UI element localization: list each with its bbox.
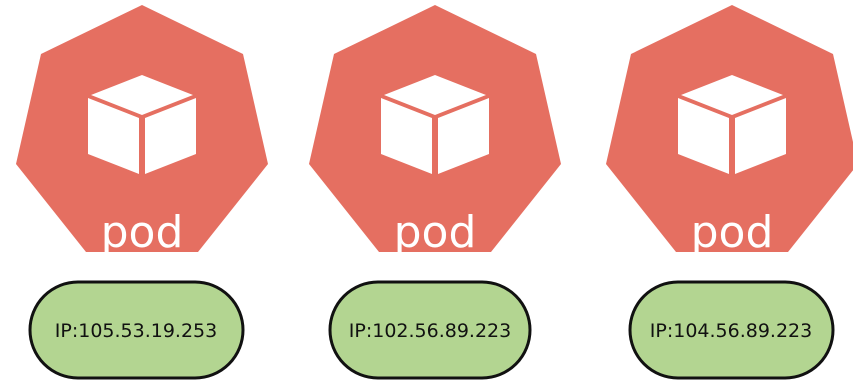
ip-address-3: IP:104.56.89.223 xyxy=(650,320,812,342)
ip-address-1: IP:105.53.19.253 xyxy=(55,320,217,342)
pod-group-2: pod IP:102.56.89.223 xyxy=(309,5,561,380)
pod-group-1: pod IP:105.53.19.253 xyxy=(16,5,268,380)
pod-label-1: pod xyxy=(101,207,184,258)
pod-label-3: pod xyxy=(691,207,774,258)
ip-address-2: IP:102.56.89.223 xyxy=(349,320,511,342)
pod-group-3: pod IP:104.56.89.223 xyxy=(606,5,853,380)
pod-label-2: pod xyxy=(394,207,477,258)
pod-diagram: pod IP:105.53.19.253 pod IP:102.56.89.22… xyxy=(16,5,853,380)
